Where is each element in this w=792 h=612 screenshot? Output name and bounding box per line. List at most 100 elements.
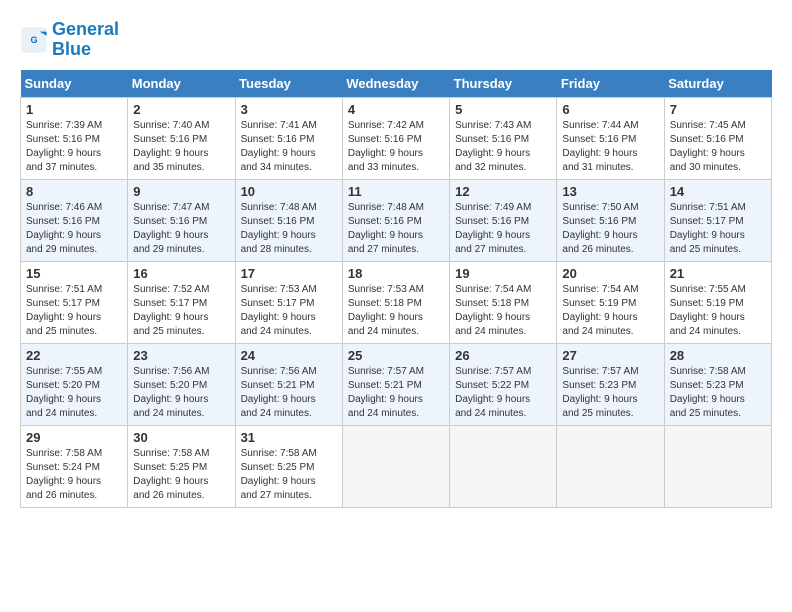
day-info: Sunrise: 7:39 AM Sunset: 5:16 PM Dayligh… — [26, 119, 122, 175]
day-number: 30 — [133, 430, 229, 445]
calendar-cell: 3 Sunrise: 7:41 AM Sunset: 5:16 PM Daylig… — [235, 97, 342, 179]
day-number: 1 — [26, 102, 122, 117]
calendar-cell: 29 Sunrise: 7:58 AM Sunset: 5:24 PM Dayli… — [21, 425, 128, 507]
calendar-cell: 14Sunrise: 7:51 AM Sunset: 5:17 PM Dayli… — [664, 179, 771, 261]
calendar-cell: 24Sunrise: 7:56 AM Sunset: 5:21 PM Dayli… — [235, 343, 342, 425]
day-info: Sunrise: 7:56 AM Sunset: 5:20 PM Dayligh… — [133, 365, 229, 421]
calendar-cell — [557, 425, 664, 507]
header-friday: Friday — [557, 70, 664, 98]
day-info: Sunrise: 7:40 AM Sunset: 5:16 PM Dayligh… — [133, 119, 229, 175]
day-info: Sunrise: 7:48 AM Sunset: 5:16 PM Dayligh… — [348, 201, 444, 257]
header-thursday: Thursday — [450, 70, 557, 98]
day-info: Sunrise: 7:57 AM Sunset: 5:23 PM Dayligh… — [562, 365, 658, 421]
calendar-cell: 28 Sunrise: 7:58 AM Sunset: 5:23 PM Dayli… — [664, 343, 771, 425]
calendar-cell — [450, 425, 557, 507]
day-number: 7 — [670, 102, 766, 117]
calendar-cell: 11Sunrise: 7:48 AM Sunset: 5:16 PM Dayli… — [342, 179, 449, 261]
calendar-cell: 19 Sunrise: 7:54 AM Sunset: 5:18 PM Dayli… — [450, 261, 557, 343]
day-number: 4 — [348, 102, 444, 117]
calendar-cell: 5Sunrise: 7:43 AM Sunset: 5:16 PM Daylig… — [450, 97, 557, 179]
day-number: 28 — [670, 348, 766, 363]
day-number: 14 — [670, 184, 766, 199]
day-number: 19 — [455, 266, 551, 281]
day-info: Sunrise: 7:53 AM Sunset: 5:18 PM Dayligh… — [348, 283, 444, 339]
calendar-cell — [664, 425, 771, 507]
calendar-cell: 10 Sunrise: 7:48 AM Sunset: 5:16 PM Dayli… — [235, 179, 342, 261]
day-info: Sunrise: 7:57 AM Sunset: 5:22 PM Dayligh… — [455, 365, 551, 421]
day-info: Sunrise: 7:51 AM Sunset: 5:17 PM Dayligh… — [26, 283, 122, 339]
day-info: Sunrise: 7:53 AM Sunset: 5:17 PM Dayligh… — [241, 283, 337, 339]
day-number: 3 — [241, 102, 337, 117]
day-number: 27 — [562, 348, 658, 363]
day-number: 23 — [133, 348, 229, 363]
calendar-cell: 1 Sunrise: 7:39 AM Sunset: 5:16 PM Daylig… — [21, 97, 128, 179]
day-info: Sunrise: 7:57 AM Sunset: 5:21 PM Dayligh… — [348, 365, 444, 421]
day-number: 21 — [670, 266, 766, 281]
day-number: 2 — [133, 102, 229, 117]
calendar-cell: 7 Sunrise: 7:45 AM Sunset: 5:16 PM Daylig… — [664, 97, 771, 179]
day-info: Sunrise: 7:45 AM Sunset: 5:16 PM Dayligh… — [670, 119, 766, 175]
logo: G General Blue — [20, 20, 119, 60]
calendar-cell: 16Sunrise: 7:52 AM Sunset: 5:17 PM Dayli… — [128, 261, 235, 343]
day-number: 29 — [26, 430, 122, 445]
day-info: Sunrise: 7:46 AM Sunset: 5:16 PM Dayligh… — [26, 201, 122, 257]
calendar-week-5: 29 Sunrise: 7:58 AM Sunset: 5:24 PM Dayli… — [21, 425, 772, 507]
day-number: 6 — [562, 102, 658, 117]
header-saturday: Saturday — [664, 70, 771, 98]
calendar-week-4: 22Sunrise: 7:55 AM Sunset: 5:20 PM Dayli… — [21, 343, 772, 425]
calendar-cell: 20 Sunrise: 7:54 AM Sunset: 5:19 PM Dayli… — [557, 261, 664, 343]
logo-icon: G — [20, 26, 48, 54]
day-info: Sunrise: 7:41 AM Sunset: 5:16 PM Dayligh… — [241, 119, 337, 175]
calendar-header-row: SundayMondayTuesdayWednesdayThursdayFrid… — [21, 70, 772, 98]
calendar-cell: 23 Sunrise: 7:56 AM Sunset: 5:20 PM Dayli… — [128, 343, 235, 425]
day-info: Sunrise: 7:58 AM Sunset: 5:23 PM Dayligh… — [670, 365, 766, 421]
day-number: 13 — [562, 184, 658, 199]
calendar-cell: 25 Sunrise: 7:57 AM Sunset: 5:21 PM Dayli… — [342, 343, 449, 425]
day-number: 10 — [241, 184, 337, 199]
day-info: Sunrise: 7:55 AM Sunset: 5:20 PM Dayligh… — [26, 365, 122, 421]
day-info: Sunrise: 7:58 AM Sunset: 5:24 PM Dayligh… — [26, 447, 122, 503]
day-info: Sunrise: 7:58 AM Sunset: 5:25 PM Dayligh… — [133, 447, 229, 503]
day-info: Sunrise: 7:49 AM Sunset: 5:16 PM Dayligh… — [455, 201, 551, 257]
day-info: Sunrise: 7:50 AM Sunset: 5:16 PM Dayligh… — [562, 201, 658, 257]
day-number: 18 — [348, 266, 444, 281]
day-number: 17 — [241, 266, 337, 281]
day-number: 20 — [562, 266, 658, 281]
calendar-cell: 26Sunrise: 7:57 AM Sunset: 5:22 PM Dayli… — [450, 343, 557, 425]
day-info: Sunrise: 7:54 AM Sunset: 5:18 PM Dayligh… — [455, 283, 551, 339]
logo-text: General Blue — [52, 20, 119, 60]
day-info: Sunrise: 7:42 AM Sunset: 5:16 PM Dayligh… — [348, 119, 444, 175]
calendar-week-3: 15 Sunrise: 7:51 AM Sunset: 5:17 PM Dayli… — [21, 261, 772, 343]
calendar-week-2: 8Sunrise: 7:46 AM Sunset: 5:16 PM Daylig… — [21, 179, 772, 261]
day-info: Sunrise: 7:43 AM Sunset: 5:16 PM Dayligh… — [455, 119, 551, 175]
calendar-cell — [342, 425, 449, 507]
calendar-cell: 6 Sunrise: 7:44 AM Sunset: 5:16 PM Daylig… — [557, 97, 664, 179]
page-header: G General Blue — [20, 20, 772, 60]
calendar-cell: 4 Sunrise: 7:42 AM Sunset: 5:16 PM Daylig… — [342, 97, 449, 179]
day-info: Sunrise: 7:44 AM Sunset: 5:16 PM Dayligh… — [562, 119, 658, 175]
day-info: Sunrise: 7:48 AM Sunset: 5:16 PM Dayligh… — [241, 201, 337, 257]
day-number: 25 — [348, 348, 444, 363]
day-number: 12 — [455, 184, 551, 199]
day-info: Sunrise: 7:55 AM Sunset: 5:19 PM Dayligh… — [670, 283, 766, 339]
calendar-cell: 30 Sunrise: 7:58 AM Sunset: 5:25 PM Dayli… — [128, 425, 235, 507]
calendar-cell: 2 Sunrise: 7:40 AM Sunset: 5:16 PM Daylig… — [128, 97, 235, 179]
day-number: 9 — [133, 184, 229, 199]
header-monday: Monday — [128, 70, 235, 98]
day-number: 15 — [26, 266, 122, 281]
header-wednesday: Wednesday — [342, 70, 449, 98]
day-info: Sunrise: 7:54 AM Sunset: 5:19 PM Dayligh… — [562, 283, 658, 339]
calendar-cell: 18 Sunrise: 7:53 AM Sunset: 5:18 PM Dayli… — [342, 261, 449, 343]
day-number: 31 — [241, 430, 337, 445]
calendar-cell: 21 Sunrise: 7:55 AM Sunset: 5:19 PM Dayli… — [664, 261, 771, 343]
calendar-cell: 13 Sunrise: 7:50 AM Sunset: 5:16 PM Dayli… — [557, 179, 664, 261]
calendar-cell: 9Sunrise: 7:47 AM Sunset: 5:16 PM Daylig… — [128, 179, 235, 261]
calendar-cell: 22Sunrise: 7:55 AM Sunset: 5:20 PM Dayli… — [21, 343, 128, 425]
calendar-cell: 12 Sunrise: 7:49 AM Sunset: 5:16 PM Dayli… — [450, 179, 557, 261]
header-tuesday: Tuesday — [235, 70, 342, 98]
calendar-week-1: 1 Sunrise: 7:39 AM Sunset: 5:16 PM Daylig… — [21, 97, 772, 179]
header-sunday: Sunday — [21, 70, 128, 98]
day-number: 24 — [241, 348, 337, 363]
calendar-table: SundayMondayTuesdayWednesdayThursdayFrid… — [20, 70, 772, 508]
day-number: 16 — [133, 266, 229, 281]
